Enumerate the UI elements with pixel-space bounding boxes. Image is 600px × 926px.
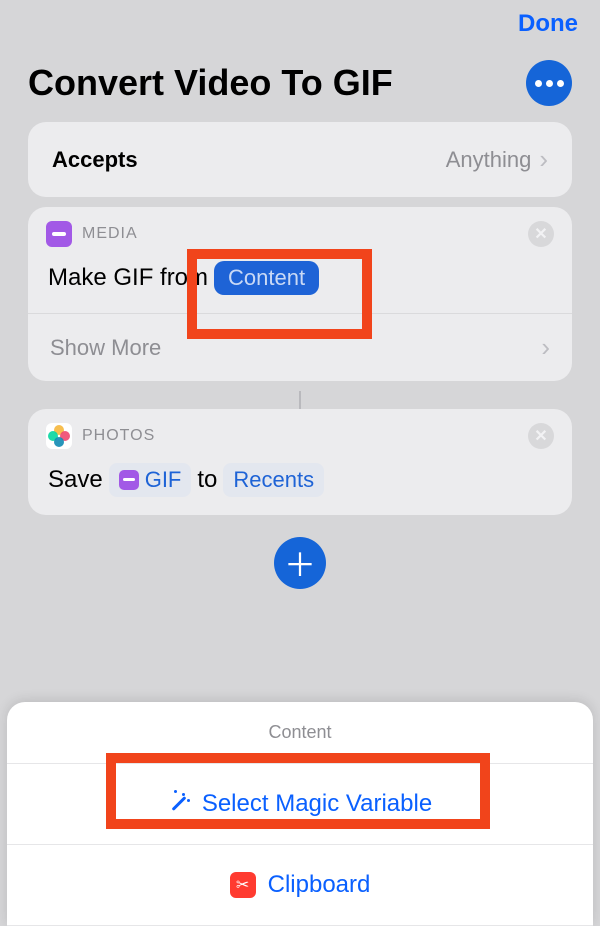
variable-picker-sheet: Content Select Magic Variable ✂ Clipboar… bbox=[7, 702, 593, 926]
close-icon[interactable]: ✕ bbox=[528, 423, 554, 449]
media-action-card: MEDIA ✕ Make GIF from Content Show More … bbox=[28, 207, 572, 381]
photos-action-card: PHOTOS ✕ Save GIF to Recents bbox=[28, 409, 572, 515]
clipboard-row[interactable]: ✂ Clipboard bbox=[7, 845, 593, 926]
recents-album-pill[interactable]: Recents bbox=[223, 463, 324, 497]
photos-app-icon bbox=[46, 423, 72, 449]
gif-pill-label: GIF bbox=[145, 467, 182, 493]
chevron-right-icon: › bbox=[541, 332, 550, 363]
page-title: Convert Video To GIF bbox=[28, 62, 393, 104]
select-magic-variable-row[interactable]: Select Magic Variable bbox=[7, 764, 593, 845]
ellipsis-icon bbox=[535, 80, 564, 87]
show-more-row[interactable]: Show More › bbox=[28, 313, 572, 381]
accepts-label: Accepts bbox=[52, 147, 138, 173]
accepts-value: Anything bbox=[446, 147, 532, 173]
chevron-right-icon: › bbox=[539, 144, 548, 175]
to-text: to bbox=[197, 466, 217, 494]
media-app-icon bbox=[119, 470, 139, 490]
media-app-icon bbox=[46, 221, 72, 247]
gif-variable-pill[interactable]: GIF bbox=[109, 463, 192, 497]
plus-icon: ＋ bbox=[284, 540, 316, 586]
photos-category-label: PHOTOS bbox=[82, 427, 155, 445]
recents-pill-label: Recents bbox=[233, 467, 314, 493]
magic-wand-icon bbox=[168, 793, 190, 815]
scissors-icon: ✂ bbox=[230, 872, 256, 898]
more-button[interactable] bbox=[526, 60, 572, 106]
save-text: Save bbox=[48, 466, 103, 494]
clipboard-label: Clipboard bbox=[268, 871, 371, 899]
sheet-title: Content bbox=[7, 702, 593, 764]
media-category-label: MEDIA bbox=[82, 225, 138, 243]
accepts-card[interactable]: Accepts Anything › bbox=[28, 122, 572, 197]
make-gif-text: Make GIF from bbox=[48, 264, 208, 292]
magic-variable-label: Select Magic Variable bbox=[202, 790, 432, 818]
done-button[interactable]: Done bbox=[518, 10, 578, 38]
add-action-button[interactable]: ＋ bbox=[274, 537, 326, 589]
action-connector bbox=[28, 391, 572, 409]
show-more-label: Show More bbox=[50, 335, 161, 361]
close-icon[interactable]: ✕ bbox=[528, 221, 554, 247]
content-variable-pill[interactable]: Content bbox=[214, 261, 319, 295]
